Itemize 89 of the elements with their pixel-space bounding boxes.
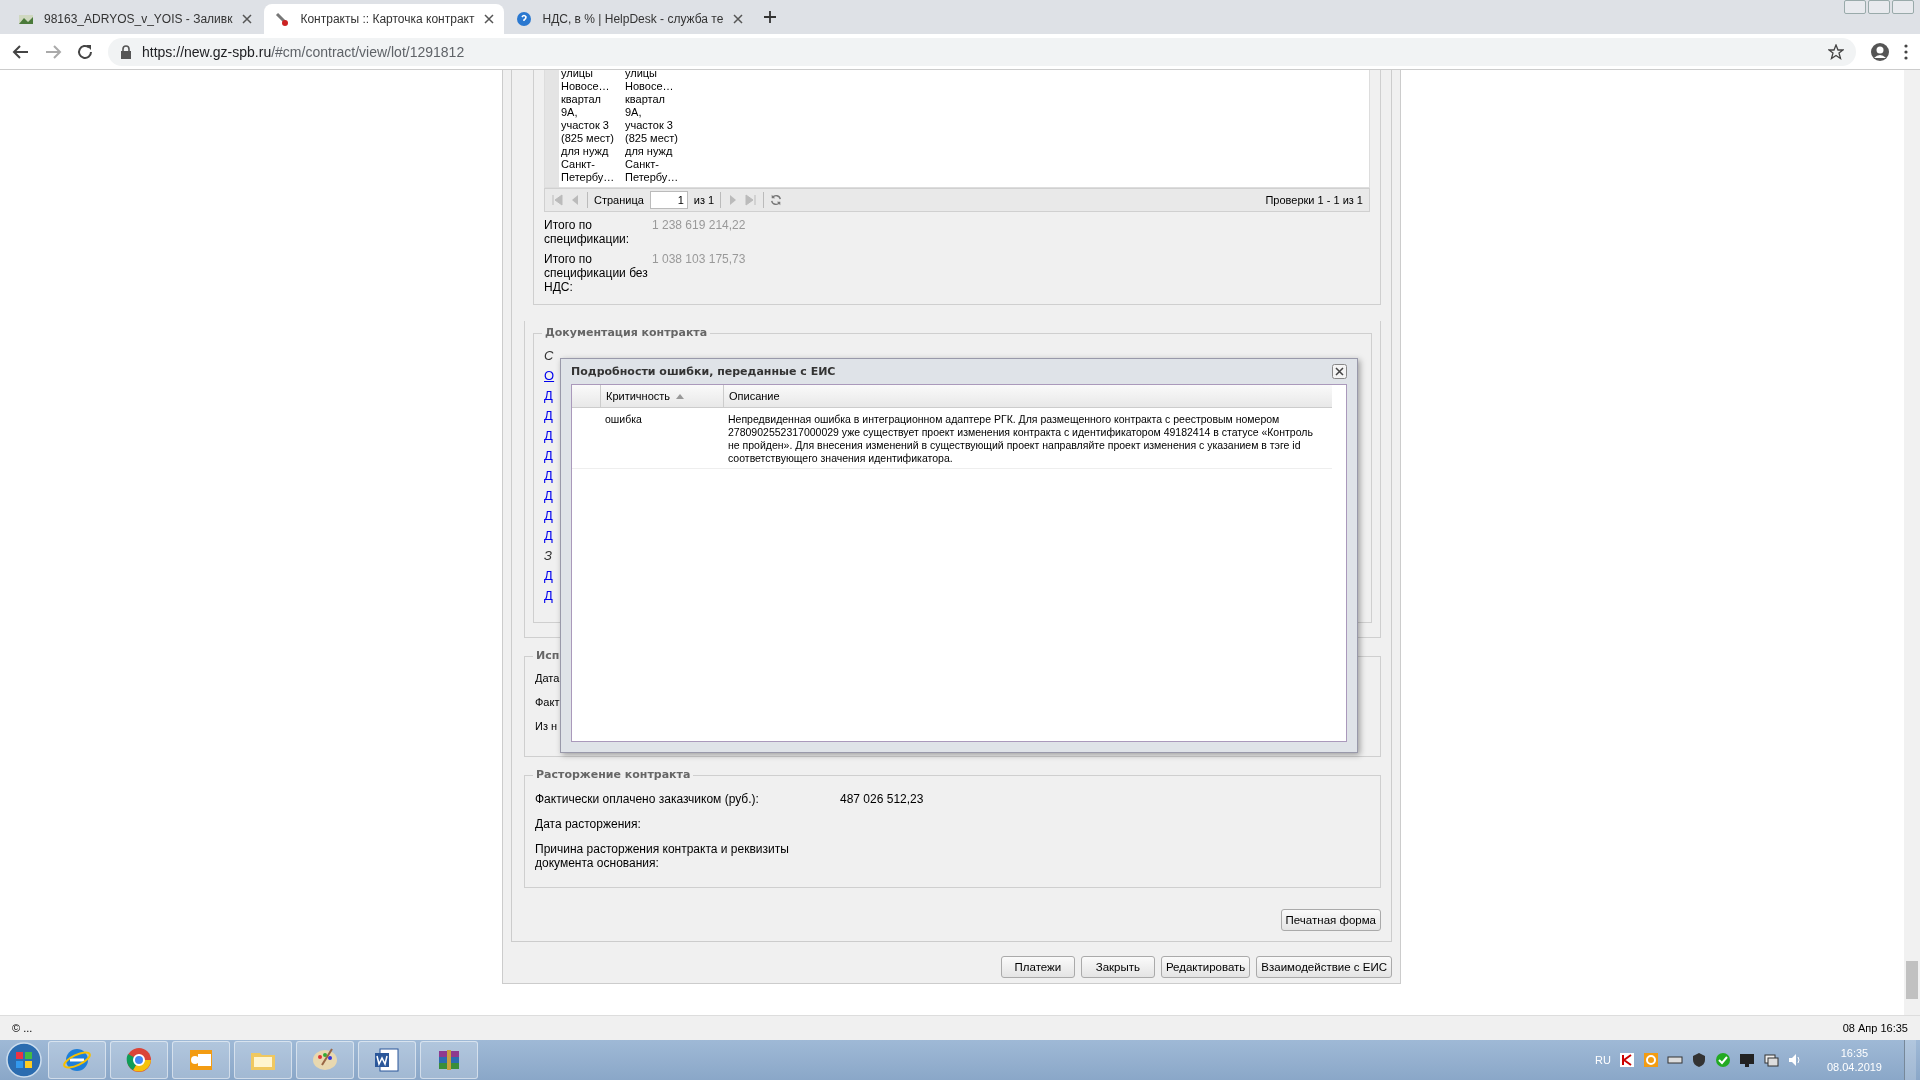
back-icon[interactable] — [12, 42, 30, 61]
close-button[interactable] — [1892, 0, 1914, 14]
scrollbar[interactable] — [1904, 70, 1920, 1015]
network-icon[interactable] — [1762, 1052, 1779, 1068]
url-text: https://new.gz-spb.ru/#cm/contract/view/lot/1291812 — [142, 43, 465, 60]
refresh-icon[interactable] — [770, 194, 783, 206]
wrench-icon — [274, 11, 291, 27]
browser-tab[interactable]: НДС, в % | HelpDesk - служба те — [506, 4, 754, 34]
field-value: 1 238 619 214,22 — [652, 218, 747, 234]
taskbar-button[interactable] — [296, 1041, 354, 1079]
document-link[interactable]: Д — [544, 486, 554, 506]
table-cell-text: улицы Новосе… квартал 9А, участок 3 (825 мест) для нужд Санкт- Петербу… — [624, 70, 680, 185]
page-count: из 1 — [693, 194, 715, 206]
column-header[interactable]: Критичность — [600, 385, 723, 407]
field-label: Дата расторжения: — [535, 817, 642, 831]
chrome-icon — [124, 1045, 154, 1075]
document-label: С — [544, 347, 554, 365]
document-link[interactable]: Д — [544, 406, 554, 426]
section-title: Документация контракта — [542, 326, 711, 339]
taskbar-button[interactable] — [110, 1041, 168, 1079]
document-label: З — [544, 547, 553, 565]
close-icon[interactable] — [733, 14, 744, 24]
star-icon[interactable] — [1828, 43, 1844, 60]
monitor-icon[interactable] — [1738, 1052, 1755, 1068]
help-icon — [516, 11, 533, 27]
action-button[interactable]: Редактировать — [1160, 956, 1251, 978]
table-cell-text: Непредвиденная ошибка в интеграционном адаптере РГК. Для размещенного контракта с реестровым номером 2780902552317000029 уже существует проект изменения контракта с идентификатором 49182414 в статусе «Контроль не пройден». Для внесения изменений в существующий проект направляйте проект изменения с указанием в тэге id соответствующего значения идентификатора. — [727, 413, 1314, 465]
o-icon[interactable] — [1642, 1052, 1659, 1068]
close-icon[interactable] — [1332, 364, 1347, 379]
field-value: 1 038 103 175,73 — [652, 252, 747, 268]
field-label: Дата — [535, 671, 561, 685]
document-link[interactable]: Д — [544, 466, 554, 486]
field-label: Итого по спецификации: — [544, 218, 631, 246]
field-label: Причина расторжения контракта и реквизиты документа основания: — [535, 842, 790, 870]
action-button[interactable]: Платежи — [1000, 956, 1075, 978]
reload-icon[interactable] — [76, 42, 94, 61]
new-tab-icon[interactable] — [763, 10, 778, 24]
action-button[interactable]: Закрыть — [1080, 956, 1155, 978]
restore-button[interactable] — [1868, 0, 1890, 14]
field-label: Фактически оплачено заказчиком (руб.): — [535, 792, 760, 806]
dialog-title: Подробности ошибки, переданные с ЕИС — [571, 365, 836, 378]
document-link[interactable]: Д — [544, 586, 554, 606]
table-cell-text: улицы Новосе… квартал 9А, участок 3 (825 мест) для нужд Санкт- Петербу… — [560, 70, 616, 185]
section-title: Исп — [533, 649, 563, 662]
menu-icon[interactable] — [1904, 43, 1908, 60]
check-icon[interactable] — [1714, 1052, 1731, 1068]
tab-title: НДС, в % | HelpDesk - служба те — [542, 12, 724, 26]
close-icon[interactable] — [484, 14, 495, 24]
status-text: © ... — [12, 1022, 33, 1034]
show-desktop-button[interactable] — [1904, 1040, 1916, 1080]
page-label: Страница — [594, 194, 644, 206]
document-link[interactable]: Д — [544, 426, 554, 446]
account-icon[interactable] — [1870, 41, 1890, 62]
document-link[interactable]: О — [544, 366, 554, 386]
status-time: 08 Апр 16:35 — [1842, 1022, 1908, 1034]
page-input[interactable]: 1 — [649, 191, 688, 209]
column-header[interactable]: Описание — [723, 385, 1332, 407]
print-form-button[interactable]: Печатная форма — [1280, 909, 1381, 931]
field-value: 487 026 512,23 — [840, 792, 925, 806]
taskbar-button[interactable] — [420, 1041, 478, 1079]
close-icon[interactable] — [242, 14, 253, 24]
document-link[interactable]: Д — [544, 446, 554, 466]
taskbar-button[interactable] — [48, 1041, 106, 1079]
address-field[interactable]: https://new.gz-spb.ru/#cm/contract/view/lot/1291812 — [108, 37, 1856, 66]
field-label: Из н — [535, 719, 559, 733]
field-label: Итого по спецификации без НДС: — [544, 252, 649, 294]
table-cell-text: ошибка — [604, 413, 643, 427]
forward-icon[interactable] — [44, 42, 62, 61]
document-link[interactable]: Д — [544, 506, 554, 526]
start-button[interactable] — [4, 1041, 44, 1079]
taskbar-button[interactable] — [358, 1041, 416, 1079]
shield-icon[interactable] — [1690, 1052, 1707, 1068]
document-icon — [372, 1045, 402, 1075]
tab-title: Контракты :: Карточка контракт — [300, 12, 475, 26]
action-button[interactable]: Взаимодействие с ЕИС — [1256, 956, 1392, 978]
scroll-thumb[interactable] — [1906, 961, 1918, 999]
speaker-icon[interactable] — [1786, 1052, 1803, 1068]
tab-title: 98163_ADRYOS_v_YOIS - Заливк — [44, 12, 233, 26]
lock-icon — [120, 44, 132, 59]
browser-tab[interactable]: 98163_ADRYOS_v_YOIS - Заливк — [8, 4, 263, 34]
document-link[interactable]: Д — [544, 566, 554, 586]
field-label: Факт — [535, 695, 561, 709]
document-link[interactable]: Д — [544, 386, 554, 406]
paging-summary: Проверки 1 - 1 из 1 — [1265, 194, 1363, 206]
document-link[interactable]: Д — [544, 526, 554, 546]
minimize-button[interactable] — [1844, 0, 1866, 14]
section-title: Расторжение контракта — [533, 768, 694, 781]
browser-tab[interactable]: Контракты :: Карточка контракт — [264, 4, 505, 34]
k-icon[interactable] — [1618, 1052, 1635, 1068]
